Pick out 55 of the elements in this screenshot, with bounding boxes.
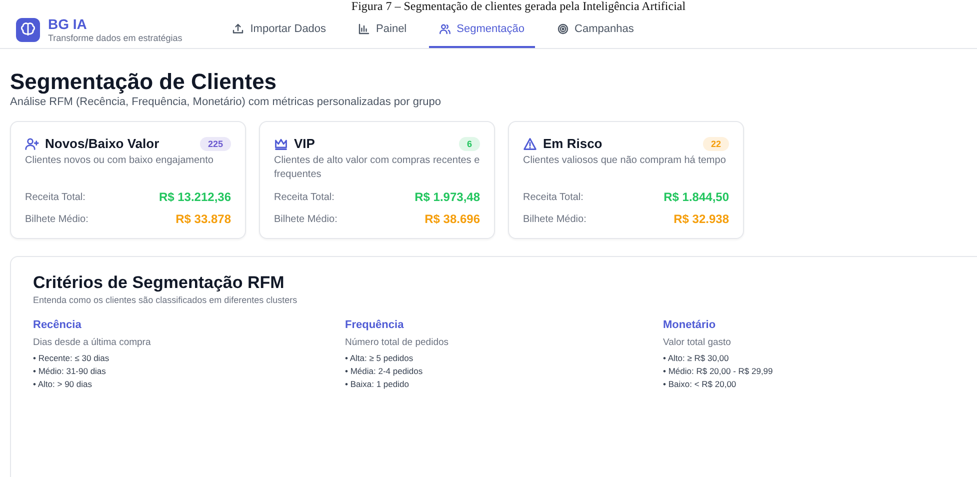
criterion-description: Dias desde a última compra [33,337,152,348]
segment-description: Clientes de alto valor com compras recentes e frequentes [274,154,480,182]
target-icon [556,23,569,35]
criterion-rule: • Média: 2-4 pedidos [345,365,424,378]
page-subtitle: Análise RFM (Recência, Frequência, Monetário) com métricas personalizadas por grupo [10,95,442,109]
nav-tab[interactable]: Campanhas [546,12,644,48]
nav-tab[interactable]: Segmentação [428,12,535,48]
warning-icon [523,136,537,150]
crown-icon [274,136,288,150]
nav-tab[interactable]: Painel [348,12,417,48]
users-icon [438,23,451,35]
brand-name: BG IA [48,16,88,32]
criterion-rule: • Baixa: 1 pedido [345,378,410,391]
section-title: Critérios de Segmentação RFM [33,273,286,293]
segment-name: Em Risco [543,136,604,151]
page-title: Segmentação de Clientes [10,69,278,95]
criterion-rule: • Alto: ≥ R$ 30,00 [663,352,730,365]
metric-label: Bilhete Médio: [274,214,338,224]
metric-value: R$ 13.212,36 [158,190,231,204]
criterion-title: Recência [33,319,82,331]
section-subtitle: Entenda como os clientes são classificados em diferentes clusters [33,295,298,305]
criterion-description: Valor total gasto [663,337,732,348]
metric-value: R$ 1.973,48 [414,190,480,204]
metric-label: Bilhete Médio: [523,214,586,224]
criterion-rule: • Médio: R$ 20,00 - R$ 29,99 [663,365,774,378]
metric-label: Receita Total: [523,192,584,202]
segment-name: VIP [294,136,316,151]
segment-name: Novos/Baixo Valor [45,136,160,151]
criterion-rule: • Alta: ≥ 5 pedidos [345,352,414,365]
criterion-title: Monetário [663,319,717,331]
criterion-rule: • Médio: 31-90 dias [33,365,107,378]
criterion-rule: • Baixo: < R$ 20,00 [663,378,738,391]
criterion-title: Frequência [345,319,405,331]
count-badge: 225 [200,136,231,150]
criterion-rule: • Recente: ≤ 30 dias [33,352,110,365]
metric-label: Receita Total: [274,192,334,202]
criterion-rule: • Alto: > 90 dias [33,378,93,391]
criterion-description: Número total de pedidos [345,337,450,348]
metric-label: Receita Total: [25,192,86,202]
count-badge: 6 [458,136,480,150]
segment-description: Clientes novos ou com baixo engajamento [25,154,214,168]
metric-label: Bilhete Médio: [25,214,88,224]
segment-description: Clientes valiosos que não compram há tempo [523,154,727,168]
metric-value: R$ 38.696 [424,212,480,226]
brain-logo-icon [16,18,40,42]
bar-chart-icon [358,23,370,35]
nav-tab[interactable]: Importar Dados [222,12,336,48]
count-badge: 22 [702,136,729,150]
metric-value: R$ 33.878 [176,212,231,226]
metric-value: R$ 32.938 [674,212,729,226]
upload-icon [232,23,244,35]
brand-tagline: Transforme dados em estratégias [48,32,182,44]
metric-value: R$ 1.844,50 [664,190,729,204]
user-plus-icon [25,136,39,150]
figure-caption: Figura 7 – Segmentação de clientes gerada pela Inteligência Artificial [350,0,687,12]
